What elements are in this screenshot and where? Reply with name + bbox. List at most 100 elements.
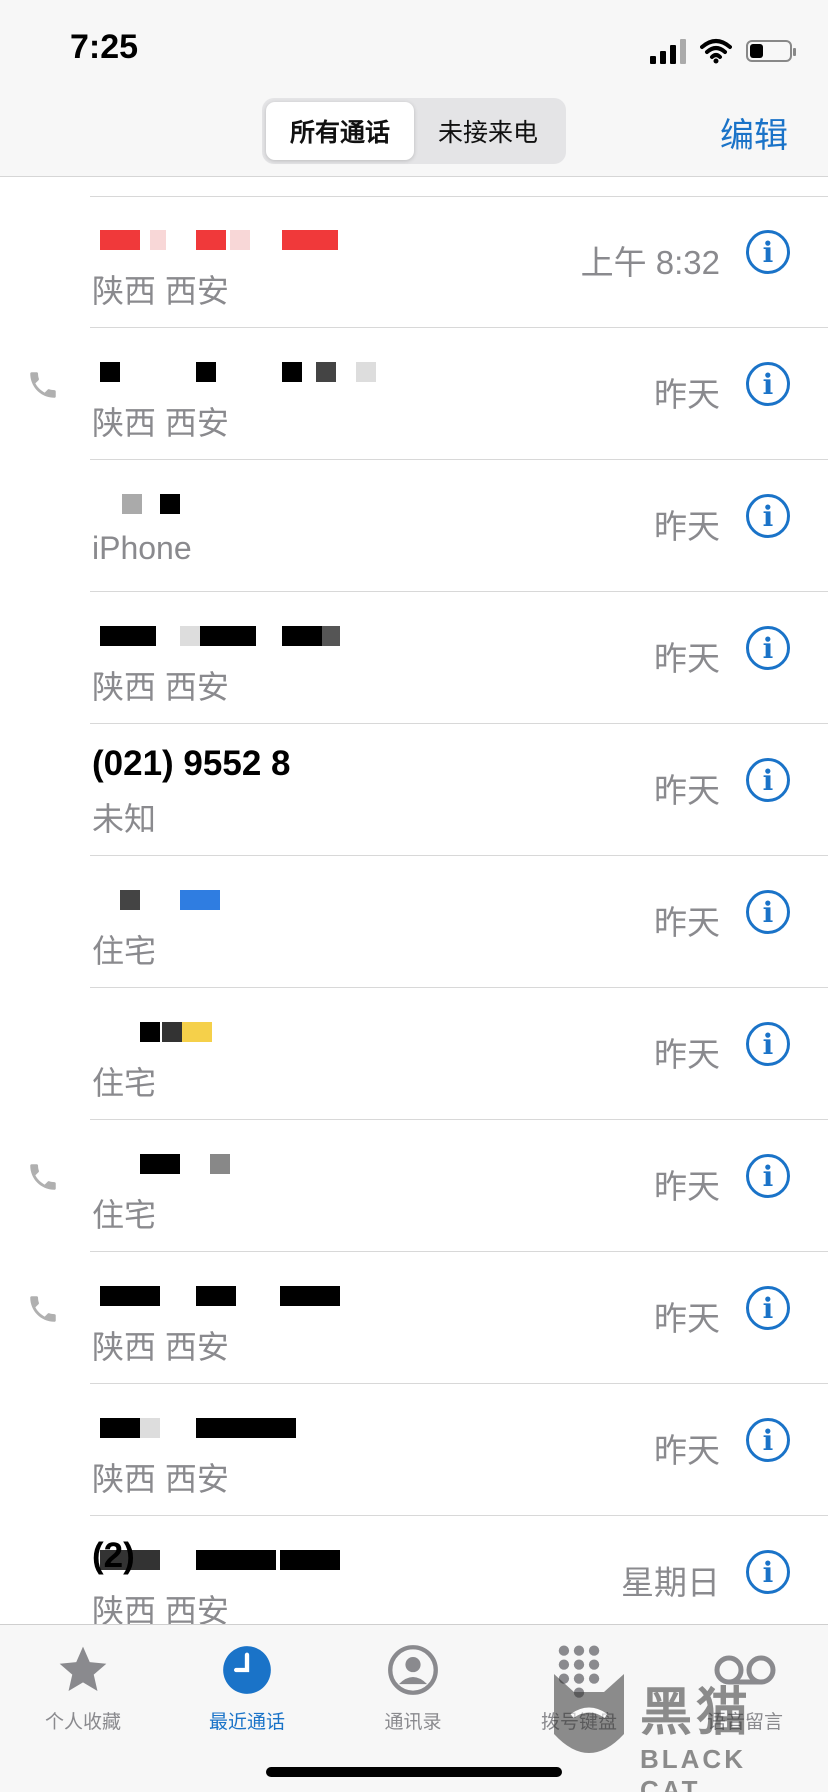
- caller-name: (2): [92, 1536, 472, 1580]
- header: 7:25 所有通话 未接来电 编辑: [0, 0, 828, 177]
- call-date: 昨天: [654, 772, 720, 809]
- caller-location: 未知: [92, 801, 157, 837]
- black-cat-logo-icon: [554, 1674, 624, 1753]
- caller-location: 住宅: [92, 1065, 157, 1101]
- redaction-block: [160, 494, 180, 514]
- redaction-block: [122, 494, 142, 514]
- info-icon[interactable]: i: [746, 494, 790, 538]
- call-date: 昨天: [654, 640, 720, 677]
- call-row[interactable]: 陕西 西安 昨天 i: [0, 1384, 828, 1516]
- call-date: 昨天: [654, 508, 720, 545]
- caller-name: [92, 612, 472, 656]
- recents-screen: 7:25 所有通话 未接来电 编辑 陕西 西安 上午 8:32 i 陕西 西安 昨天 i i…: [0, 0, 828, 1792]
- call-row[interactable]: 住宅 昨天 i: [0, 856, 828, 988]
- caller-name: [92, 1008, 472, 1052]
- caller-name-text: (021) 9552 8: [92, 744, 291, 783]
- recent-calls-list: 陕西 西安 上午 8:32 i 陕西 西安 昨天 i iPhone 昨天 i 陕西 西安 昨天 i (0…: [0, 196, 828, 1648]
- call-row[interactable]: 住宅 昨天 i: [0, 988, 828, 1120]
- tab-label: 最近通话: [208, 1712, 285, 1733]
- caller-name: [92, 1404, 472, 1448]
- segment-all-calls[interactable]: 所有通话: [266, 102, 414, 160]
- edit-button[interactable]: 编辑: [720, 108, 788, 157]
- caller-location: 陕西 西安: [92, 1461, 229, 1497]
- redaction-block: [282, 626, 322, 646]
- redaction-block: [210, 1154, 230, 1174]
- tab-recents[interactable]: 最近通话: [172, 1635, 322, 1734]
- battery-icon: [746, 40, 796, 62]
- caller-location: 住宅: [92, 933, 157, 969]
- watermark: 黑猫 BLACK CAT: [544, 1664, 814, 1792]
- redaction-block: [196, 1418, 296, 1438]
- caller-name: [92, 1140, 472, 1184]
- redaction-block: [180, 626, 200, 646]
- info-icon[interactable]: i: [746, 1022, 790, 1066]
- call-date: 昨天: [654, 1300, 720, 1337]
- redaction-block: [100, 1418, 140, 1438]
- outgoing-call-icon: [30, 372, 56, 398]
- redaction-block: [140, 1022, 160, 1042]
- caller-location: 陕西 西安: [92, 405, 229, 441]
- redaction-block: [280, 1550, 340, 1570]
- call-date: 昨天: [654, 1168, 720, 1205]
- redaction-block: [100, 230, 140, 250]
- info-icon[interactable]: i: [746, 890, 790, 934]
- redaction-block: [162, 1022, 182, 1042]
- outgoing-call-icon: [30, 1296, 56, 1322]
- redaction-block: [140, 1418, 160, 1438]
- cellular-signal-icon: [650, 38, 686, 64]
- call-row[interactable]: iPhone 昨天 i: [0, 460, 828, 592]
- info-icon[interactable]: i: [746, 1154, 790, 1198]
- call-row[interactable]: 住宅 昨天 i: [0, 1120, 828, 1252]
- info-icon[interactable]: i: [746, 1418, 790, 1462]
- redaction-block: [180, 890, 220, 910]
- info-icon[interactable]: i: [746, 1550, 790, 1594]
- redaction-block: [282, 362, 302, 382]
- tab-contacts[interactable]: 通讯录: [338, 1635, 488, 1734]
- home-indicator[interactable]: [266, 1767, 562, 1777]
- call-filter-segmented-control: 所有通话 未接来电: [262, 98, 566, 164]
- call-date: 昨天: [654, 1036, 720, 1073]
- call-date: 上午 8:32: [580, 244, 720, 281]
- caller-location: 住宅: [92, 1197, 157, 1233]
- caller-location: iPhone: [92, 530, 192, 566]
- status-time: 7:25: [70, 28, 139, 66]
- redaction-block: [150, 230, 166, 250]
- status-icons: [650, 36, 796, 66]
- caller-name-text: (2): [92, 1536, 135, 1575]
- info-icon[interactable]: i: [746, 758, 790, 802]
- call-date: 星期日: [621, 1564, 720, 1601]
- redaction-block: [100, 1286, 160, 1306]
- call-row[interactable]: 陕西 西安 昨天 i: [0, 328, 828, 460]
- segment-missed-calls[interactable]: 未接来电: [414, 102, 562, 160]
- redaction-block: [120, 890, 140, 910]
- redaction-block: [100, 626, 156, 646]
- info-icon[interactable]: i: [746, 1286, 790, 1330]
- call-date: 昨天: [654, 904, 720, 941]
- tab-label: 个人收藏: [44, 1712, 121, 1733]
- caller-name: [92, 216, 472, 260]
- call-row[interactable]: 陕西 西安 上午 8:32 i: [0, 196, 828, 328]
- wifi-icon: [700, 39, 732, 64]
- redaction-block: [316, 362, 336, 382]
- redaction-block: [100, 362, 120, 382]
- call-date: 昨天: [654, 1432, 720, 1469]
- caller-name: [92, 480, 472, 524]
- info-icon[interactable]: i: [746, 626, 790, 670]
- tab-label: 通讯录: [384, 1712, 442, 1733]
- battery-fill: [750, 44, 763, 58]
- caller-name: [92, 876, 472, 920]
- tab-favorites[interactable]: 个人收藏: [8, 1635, 158, 1734]
- star-icon: [8, 1635, 158, 1705]
- call-row[interactable]: (021) 9552 8 未知 昨天 i: [0, 724, 828, 856]
- call-row[interactable]: 陕西 西安 昨天 i: [0, 1252, 828, 1384]
- outgoing-call-icon: [30, 1164, 56, 1190]
- info-icon[interactable]: i: [746, 362, 790, 406]
- redaction-block: [356, 362, 376, 382]
- redaction-block: [196, 1550, 276, 1570]
- call-row[interactable]: 陕西 西安 昨天 i: [0, 592, 828, 724]
- redaction-block: [140, 1154, 180, 1174]
- redaction-block: [196, 1286, 236, 1306]
- caller-location: 陕西 西安: [92, 273, 229, 309]
- info-icon[interactable]: i: [746, 230, 790, 274]
- watermark-text: 黑猫: [640, 1684, 753, 1742]
